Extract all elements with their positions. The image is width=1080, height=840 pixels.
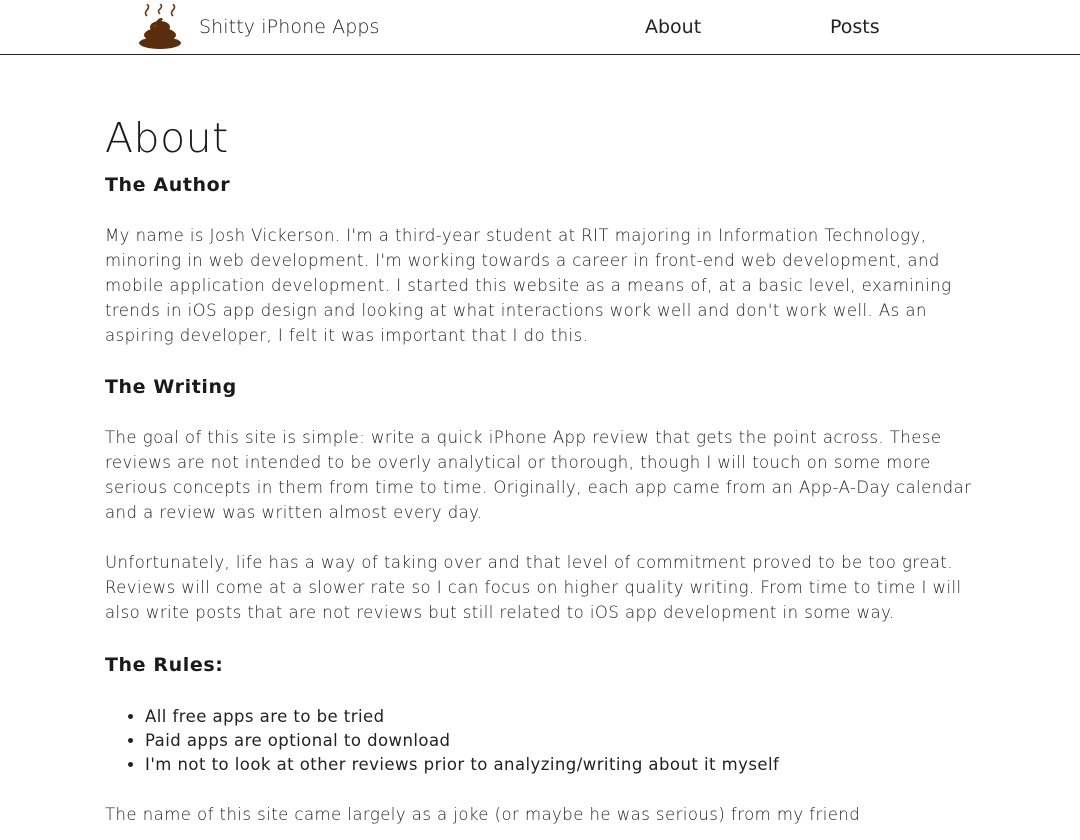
- rule-item: Paid apps are optional to download: [145, 729, 985, 753]
- site-name: Shitty iPhone Apps: [199, 16, 380, 38]
- page-title: About: [105, 114, 229, 162]
- section-heading-writing: The Writing: [105, 376, 237, 398]
- section-heading-author: The Author: [105, 174, 231, 196]
- main-content: About The Author My name is Josh Vickers…: [105, 112, 985, 827]
- rule-item: All free apps are to be tried: [145, 705, 985, 729]
- closing-paragraph: The name of this site came largely as a …: [105, 805, 861, 824]
- rules-list: All free apps are to be tried Paid apps …: [105, 705, 985, 777]
- poop-emoji-icon: [139, 4, 181, 49]
- rule-item: I'm not to look at other reviews prior t…: [145, 753, 985, 777]
- nav-posts-link[interactable]: Posts: [830, 16, 880, 38]
- site-brand-link[interactable]: Shitty iPhone Apps: [137, 2, 380, 52]
- writing-paragraph-1: The goal of this site is simple: write a…: [105, 428, 972, 522]
- nav-about-link[interactable]: About: [645, 16, 701, 38]
- site-header: Shitty iPhone Apps About Posts: [0, 0, 1080, 55]
- writing-paragraph-2: Unfortunately, life has a way of taking …: [105, 553, 962, 622]
- section-heading-rules: The Rules:: [105, 654, 224, 676]
- author-paragraph: My name is Josh Vickerson. I'm a third-y…: [105, 226, 952, 345]
